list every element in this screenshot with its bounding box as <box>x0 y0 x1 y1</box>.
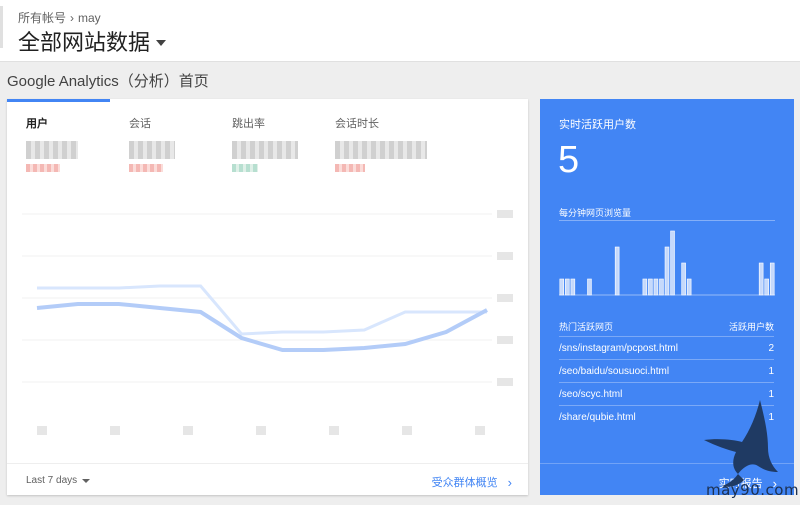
chevron-right-icon: › <box>70 10 75 25</box>
breadcrumb-account[interactable]: may <box>78 11 101 25</box>
audience-overview-link[interactable]: 受众群体概览 › <box>432 474 512 490</box>
pageviews-per-minute-label: 每分钟网页浏览量 <box>559 208 632 218</box>
overview-card-footer: Last 7 days 受众群体概览 › <box>7 463 528 495</box>
y-tick-label-redacted <box>497 210 513 218</box>
y-tick-label-redacted <box>497 336 513 344</box>
pageview-bar <box>642 278 648 296</box>
pageview-bar <box>758 262 764 296</box>
users-trend-chart <box>22 204 522 439</box>
active-tab-indicator <box>7 99 110 102</box>
column-header-page: 热门活跃网页 <box>559 322 614 332</box>
metric-users[interactable]: 用户 <box>26 115 126 172</box>
pageviews-bars-svg <box>559 230 775 296</box>
pageview-bar <box>587 278 592 296</box>
view-header: 所有帐号 › may 全部网站数据 <box>0 0 800 62</box>
series-line <box>37 284 487 336</box>
pageview-bar <box>686 278 692 296</box>
view-title[interactable]: 全部网站数据 <box>18 25 150 57</box>
page-path[interactable]: /seo/baidu/sousuoci.html <box>559 366 669 382</box>
metric-bounce-rate[interactable]: 跳出率 <box>232 115 332 172</box>
header-divider <box>0 6 3 48</box>
page-path[interactable]: /seo/scyc.html <box>559 389 622 405</box>
y-tick-label-redacted <box>497 294 513 302</box>
table-row[interactable]: /sns/instagram/pcpost.html 2 <box>559 336 774 359</box>
caret-down-icon[interactable] <box>82 478 91 483</box>
watermark-text: may90.com <box>706 481 800 499</box>
breadcrumb[interactable]: 所有帐号 › may <box>18 9 101 26</box>
x-tick-label-redacted <box>110 426 120 435</box>
metric-delta-redacted <box>335 164 365 172</box>
pageview-bar <box>764 278 769 296</box>
y-tick-label-redacted <box>497 252 513 260</box>
pageview-bar <box>769 262 775 296</box>
page-path[interactable]: /share/qubie.html <box>559 412 636 428</box>
realtime-title: 实时活跃用户数 <box>559 119 636 131</box>
pageviews-bar-chart <box>559 221 775 297</box>
pageview-bar <box>664 246 670 296</box>
x-tick-label-redacted <box>183 426 193 435</box>
trend-chart-svg <box>22 210 513 435</box>
pageview-bar <box>653 278 659 296</box>
metric-label: 会话 <box>129 118 151 130</box>
metric-session-duration[interactable]: 会话时长 <box>335 115 435 172</box>
date-range-selector[interactable]: Last 7 days <box>26 475 91 486</box>
metric-delta-redacted <box>129 164 163 172</box>
x-tick-label-redacted <box>329 426 339 435</box>
pageview-bar <box>570 278 576 296</box>
realtime-active-users-count: 5 <box>558 139 580 181</box>
metric-value-redacted <box>26 141 78 159</box>
metric-value-redacted <box>335 141 427 159</box>
pageview-bar <box>681 262 686 296</box>
metric-label: 跳出率 <box>232 118 265 130</box>
active-users: 2 <box>768 343 774 354</box>
x-tick-label-redacted <box>402 426 412 435</box>
page-title: Google Analytics（分析）首页 <box>7 73 209 90</box>
table-row[interactable]: /seo/baidu/sousuoci.html 1 <box>559 359 774 382</box>
pageview-bar <box>659 278 664 296</box>
pageview-bar <box>565 278 570 296</box>
metric-delta-redacted <box>232 164 258 172</box>
pageview-bar <box>559 278 565 296</box>
active-pages-table-header: 热门活跃网页 活跃用户数 <box>559 320 774 333</box>
x-tick-label-redacted <box>475 426 485 435</box>
metric-label: 会话时长 <box>335 118 379 130</box>
x-tick-label-redacted <box>37 426 47 435</box>
pageview-bar <box>614 246 620 296</box>
breadcrumb-root[interactable]: 所有帐号 <box>18 9 66 26</box>
x-tick-label-redacted <box>256 426 266 435</box>
metric-delta-redacted <box>26 164 60 172</box>
metric-sessions[interactable]: 会话 <box>129 115 229 172</box>
metric-value-redacted <box>129 141 175 159</box>
metric-value-redacted <box>232 141 298 159</box>
view-selector[interactable]: 全部网站数据 <box>18 25 167 57</box>
pageview-bar <box>670 230 675 296</box>
active-users: 1 <box>768 366 774 377</box>
chevron-right-icon[interactable]: › <box>508 475 512 490</box>
metric-label: 用户 <box>26 118 48 130</box>
column-header-users: 活跃用户数 <box>728 322 774 332</box>
date-range-label[interactable]: Last 7 days <box>26 475 77 486</box>
y-tick-label-redacted <box>497 378 513 386</box>
page-path[interactable]: /sns/instagram/pcpost.html <box>559 343 678 359</box>
audience-overview-label[interactable]: 受众群体概览 <box>432 474 498 490</box>
overview-card: 用户 会话 跳出率 会话时长 Last 7 days 受众群体概览 › <box>7 99 528 495</box>
caret-down-icon[interactable] <box>156 40 167 46</box>
pageview-bar <box>648 278 653 296</box>
